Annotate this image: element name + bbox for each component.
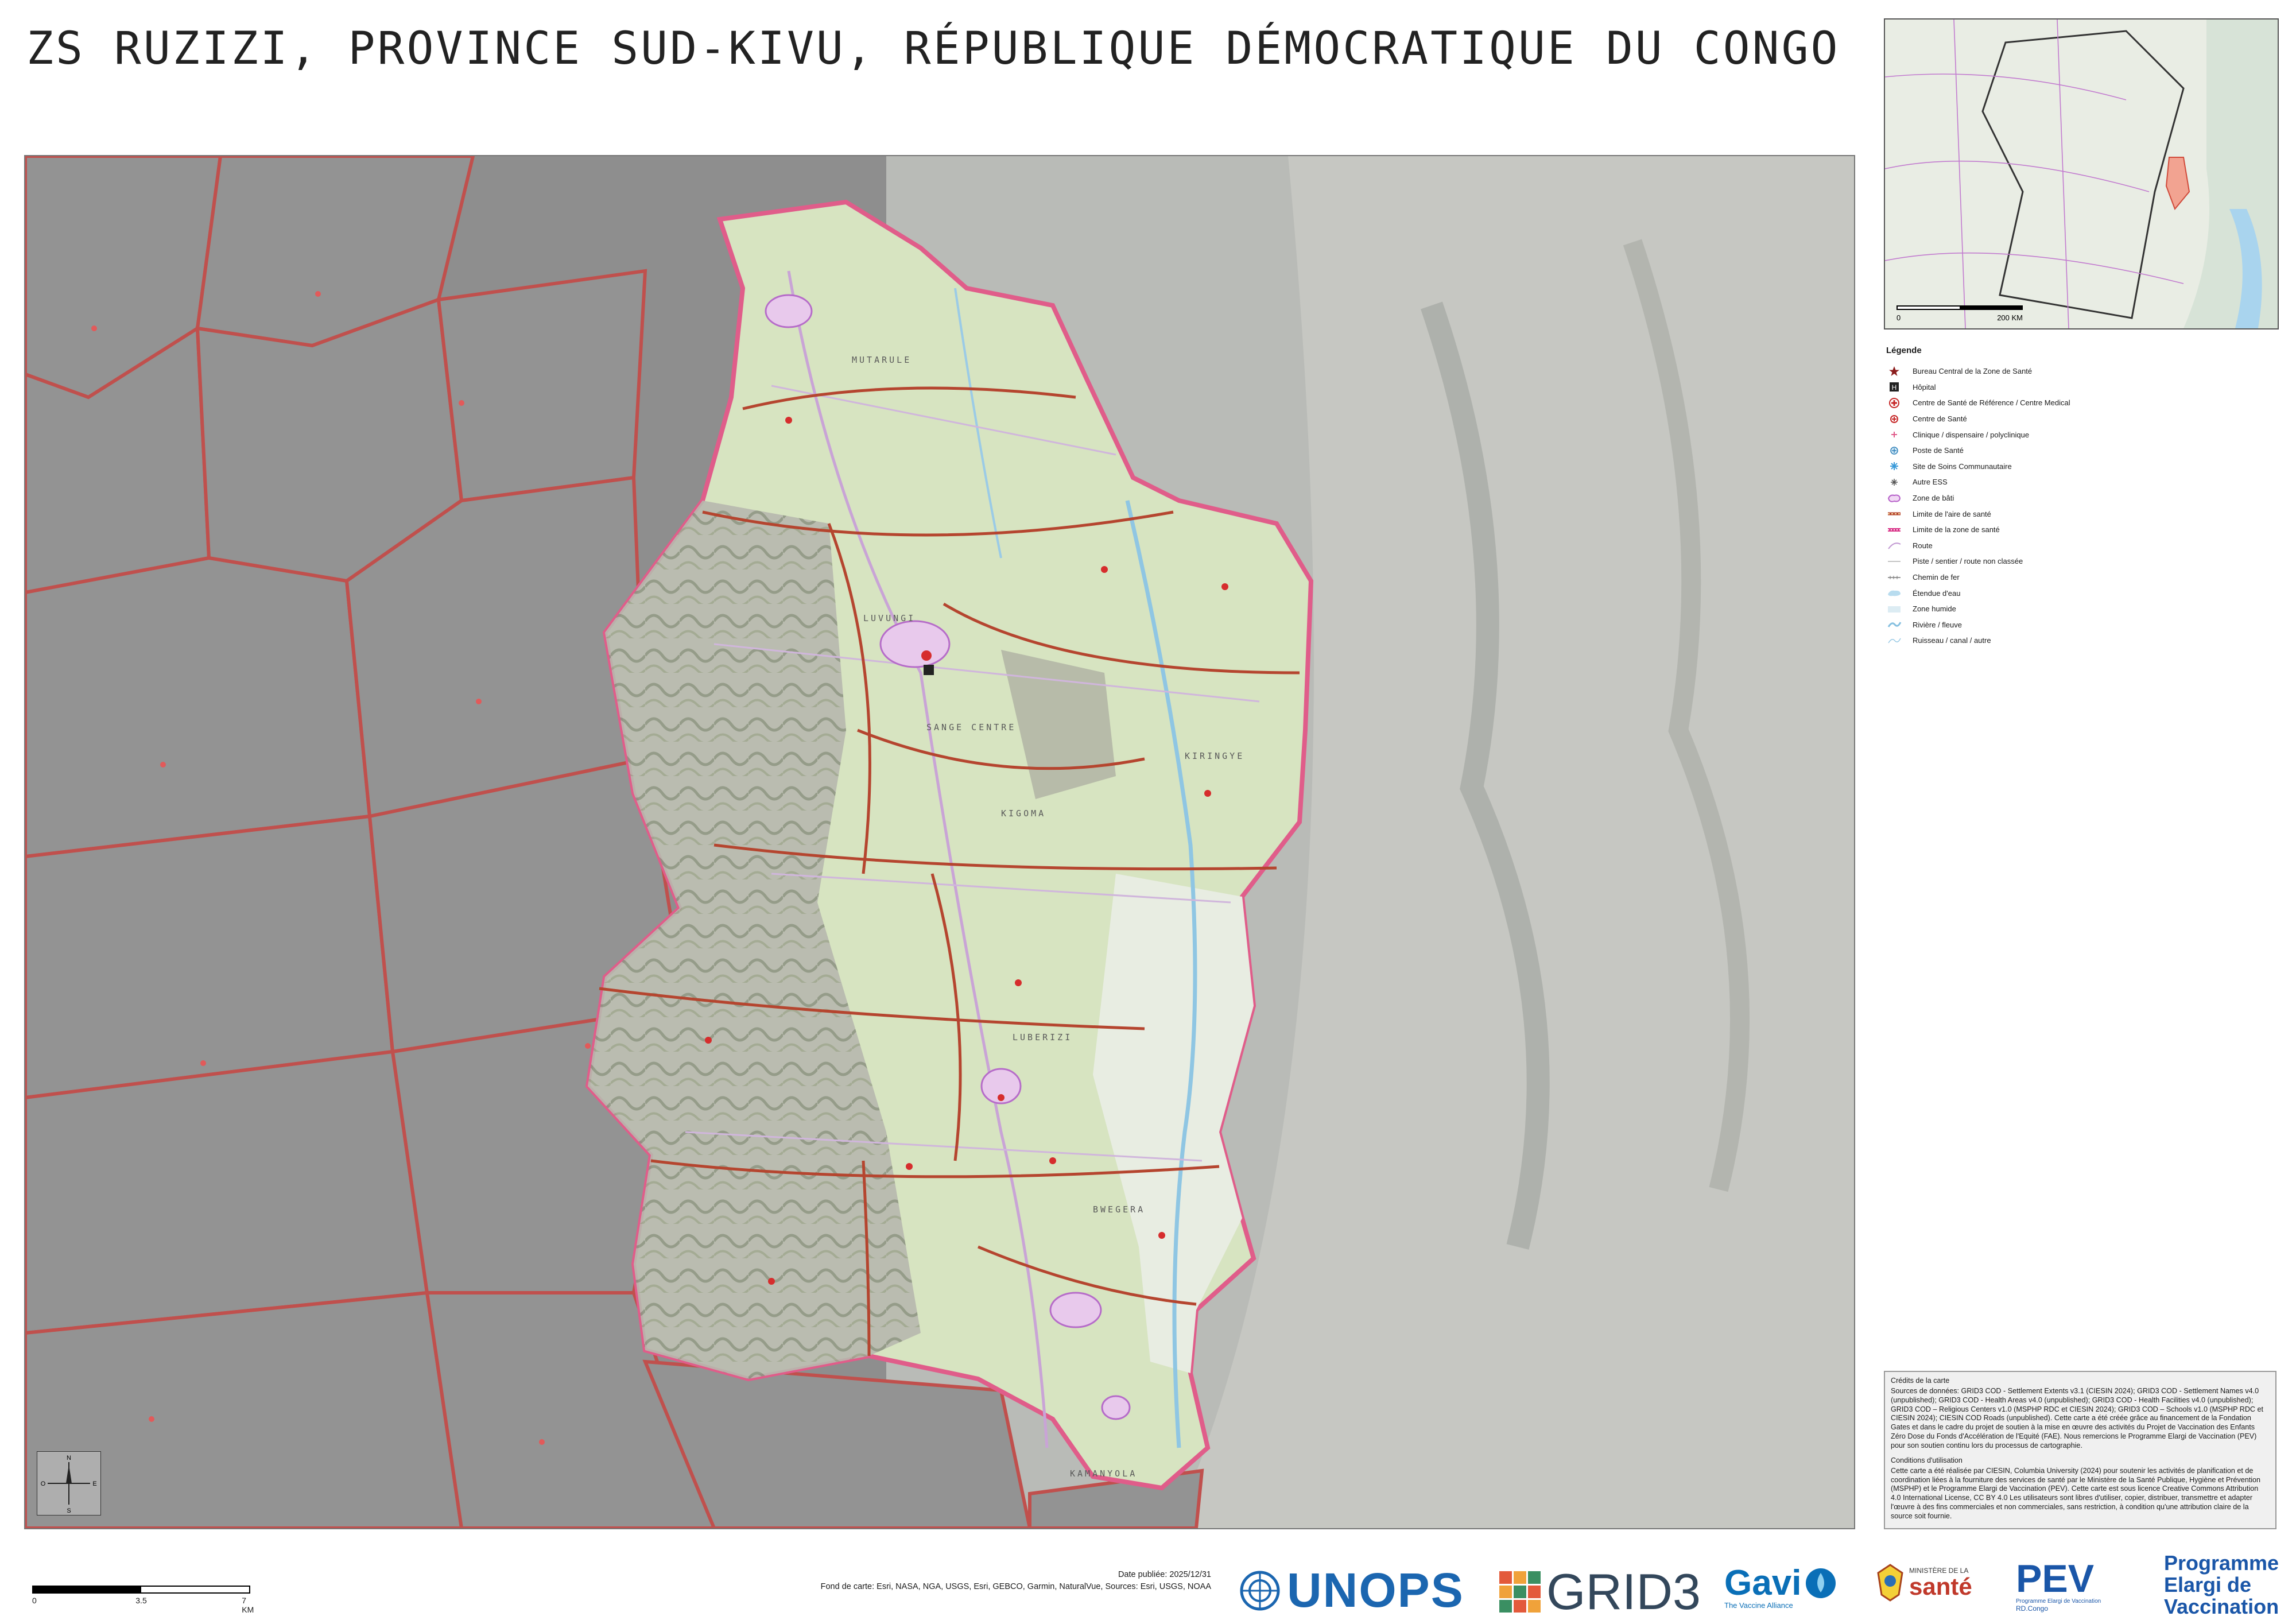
area-label-luvungi: LUVUNGI	[863, 613, 916, 623]
un-emblem-icon	[1240, 1571, 1280, 1610]
legend-item-label: Chemin de fer	[1913, 573, 1960, 582]
legend-item: Clinique / dispensaire / polyclinique	[1886, 427, 2276, 443]
scale-bar: 0 3.5 7 KM	[32, 1586, 254, 1614]
health-zone-boundary-icon	[1886, 524, 1902, 536]
legend-item-label: Hôpital	[1913, 382, 1936, 392]
legend-item: Site de Soins Communautaire	[1886, 459, 2276, 475]
other-ess-icon	[1886, 476, 1902, 488]
credits-text: Sources de données: GRID3 COD - Settleme…	[1891, 1386, 2264, 1450]
conditions-text: Cette carte a été réalisée par CIESIN, C…	[1891, 1466, 2261, 1521]
ref-center-icon	[1886, 397, 1902, 409]
map-title: ZS RUZIZI, PROVINCE SUD-KIVU, RÉPUBLIQUE…	[26, 23, 1840, 75]
legend-item: Chemin de fer	[1886, 569, 2276, 586]
clinic-icon	[1886, 429, 1902, 440]
legend-item-label: Site de Soins Communautaire	[1913, 462, 2012, 471]
scale-label-mid: 3.5	[135, 1596, 147, 1605]
grid3-logo: GRID3	[1498, 1563, 1701, 1621]
legend-item-label: Route	[1913, 541, 1933, 550]
legend-item: Zone de bâti	[1886, 490, 2276, 506]
legend-item-label: Piste / sentier / route non classée	[1913, 557, 2023, 566]
legend-item-label: Rivière / fleuve	[1913, 620, 1962, 629]
gavi-drop-icon	[1806, 1568, 1836, 1598]
health-area-boundary-icon	[1886, 508, 1902, 520]
basemap-credit: Fond de carte: Esri, NASA, NGA, USGS, Es…	[820, 1582, 1211, 1592]
area-label-sange: SANGE CENTRE	[926, 722, 1016, 732]
legend-item-label: Poste de Santé	[1913, 446, 1964, 455]
publication-date: Date publiée: 2025/12/31	[1118, 1570, 1211, 1579]
legend-item-label: Bureau Central de la Zone de Santé	[1913, 367, 2033, 376]
credits-box: Crédits de la carte Sources de données: …	[1884, 1371, 2276, 1529]
legend-item: Bureau Central de la Zone de Santé	[1886, 363, 2276, 379]
wetland-icon	[1886, 603, 1902, 615]
inset-scale-label: 200 KM	[1997, 313, 2023, 322]
grid3-icon	[1499, 1571, 1541, 1613]
pev-logo: PEV Programme Elargi de Vaccination RD.C…	[2016, 1557, 2101, 1613]
north-arrow: N S E O	[37, 1451, 101, 1516]
legend-item: Route	[1886, 538, 2276, 554]
publication-info: Date publiée: 2025/12/31 Fond de carte: …	[821, 1569, 1211, 1593]
scale-label-0: 0	[32, 1596, 37, 1605]
inset-scale-zero: 0	[1896, 313, 1901, 322]
health-post-icon	[1886, 445, 1902, 456]
hospital-marker	[924, 665, 934, 675]
area-label-kiringye: KIRINGYE	[1185, 751, 1244, 761]
scale-label-end: 7 KM	[242, 1596, 254, 1614]
legend-item: Centre de Santé de Référence / Centre Me…	[1886, 395, 2276, 411]
area-label-luberizi: LUBERIZI	[1013, 1032, 1072, 1042]
main-map[interactable]: MUTARULE LUVUNGI SANGE CENTRE KIRINGYE K…	[24, 155, 1855, 1529]
ministere-sante-logo: MINISTÈRE DE LA santé	[1876, 1563, 1972, 1603]
railway-icon	[1886, 572, 1902, 583]
coat-of-arms-icon	[1877, 1564, 1903, 1602]
track-icon	[1886, 556, 1902, 567]
stream-icon	[1886, 635, 1902, 646]
inset-map: 0 200 KM	[1884, 18, 2279, 330]
legend-item-label: Centre de Santé	[1913, 414, 1967, 424]
svg-text:H: H	[1892, 383, 1897, 392]
gavi-logo: Gavi The Vaccine Alliance	[1724, 1563, 1838, 1610]
star-icon	[1886, 366, 1902, 377]
area-label-kamanyola: KAMANYOLA	[1070, 1468, 1137, 1479]
legend-item-label: Étendue d'eau	[1913, 588, 1961, 598]
unops-logo: UNOPS	[1239, 1563, 1464, 1618]
svg-text:E: E	[92, 1480, 96, 1487]
legend-item: Zone humide	[1886, 601, 2276, 617]
area-label-bwegera: BWEGERA	[1093, 1204, 1145, 1215]
legend-item-label: Limite de la zone de santé	[1913, 525, 2000, 534]
built-zone-icon	[1886, 493, 1902, 504]
svg-text:S: S	[67, 1507, 71, 1514]
credits-heading: Crédits de la carte	[1891, 1377, 1950, 1385]
legend-item-label: Autre ESS	[1913, 478, 1948, 487]
legend-item: Limite de l'aire de santé	[1886, 506, 2276, 522]
hospital-icon: H	[1886, 381, 1902, 393]
legend-item: Piste / sentier / route non classée	[1886, 553, 2276, 569]
legend-item: Ruisseau / canal / autre	[1886, 633, 2276, 649]
health-center-icon	[1886, 413, 1902, 425]
conditions-heading: Conditions d'utilisation	[1891, 1456, 1963, 1464]
legend-item: H Hôpital	[1886, 379, 2276, 396]
legend-item-label: Ruisseau / canal / autre	[1913, 636, 1991, 645]
legend-item: Rivière / fleuve	[1886, 617, 2276, 633]
legend: Légende Bureau Central de la Zone de San…	[1886, 346, 2276, 649]
community-site-icon	[1886, 460, 1902, 472]
area-label-mutarule: MUTARULE	[852, 355, 912, 365]
road-icon	[1886, 540, 1902, 551]
legend-item: Limite de la zone de santé	[1886, 522, 2276, 538]
legend-item-label: Zone humide	[1913, 604, 1956, 614]
water-body-icon	[1886, 587, 1902, 599]
legend-item-label: Zone de bâti	[1913, 494, 1954, 503]
map-canvas: MUTARULE LUVUNGI SANGE CENTRE KIRINGYE K…	[25, 156, 1854, 1528]
legend-item: Autre ESS	[1886, 474, 2276, 490]
legend-item: Étendue d'eau	[1886, 585, 2276, 601]
legend-item: Poste de Santé	[1886, 443, 2276, 459]
legend-item-label: Limite de l'aire de santé	[1913, 509, 1991, 518]
programme-elargi-logo: Programme Elargi de Vaccination	[2164, 1551, 2279, 1619]
legend-item-label: Centre de Santé de Référence / Centre Me…	[1913, 398, 2070, 408]
legend-item: Centre de Santé	[1886, 411, 2276, 427]
svg-text:O: O	[41, 1480, 46, 1487]
river-icon	[1886, 619, 1902, 630]
legend-title: Légende	[1886, 346, 1922, 355]
svg-text:N: N	[67, 1455, 71, 1462]
area-label-kigoma: KIGOMA	[1001, 808, 1046, 819]
legend-item-label: Clinique / dispensaire / polyclinique	[1913, 430, 2030, 439]
